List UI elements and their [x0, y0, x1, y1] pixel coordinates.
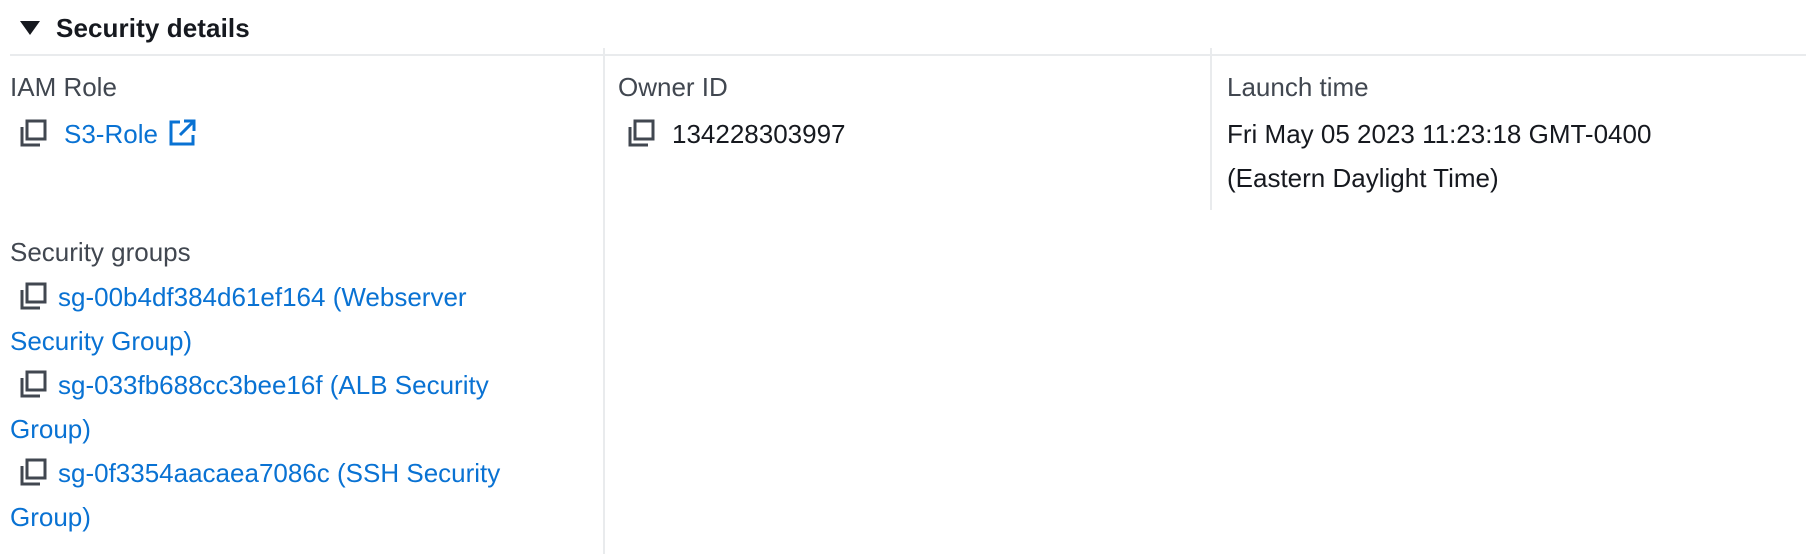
- launch-time-line2: (Eastern Daylight Time): [1227, 163, 1499, 193]
- list-item: sg-00b4df384d61ef164 (Webserver Security …: [10, 275, 570, 363]
- copy-icon[interactable]: [626, 117, 658, 149]
- security-group-link-line1: sg-033fb688cc3bee16f (ALB Security: [58, 370, 489, 400]
- security-group-link-line1: sg-00b4df384d61ef164 (Webserver: [58, 282, 467, 312]
- section-title: Security details: [56, 12, 250, 43]
- section-header[interactable]: Security details: [20, 8, 250, 48]
- security-group-link-line1: sg-0f3354aacaea7086c (SSH Security: [58, 458, 501, 488]
- column-divider-2: [1210, 48, 1212, 210]
- security-groups-field: Security groups sg-00b4df384d61ef164 (We…: [10, 235, 570, 539]
- copy-icon[interactable]: [18, 117, 50, 149]
- owner-id-value-row: 134228303997: [618, 112, 846, 156]
- list-item: sg-033fb688cc3bee16f (ALB Security Group): [10, 363, 570, 451]
- external-link-icon[interactable]: [166, 117, 198, 149]
- iam-role-link[interactable]: S3-Role: [64, 119, 158, 149]
- owner-id-field: Owner ID 134228303997: [618, 70, 846, 156]
- iam-role-value-row: S3-Role: [10, 112, 198, 156]
- iam-role-label: IAM Role: [10, 72, 117, 102]
- security-groups-label: Security groups: [10, 237, 191, 267]
- security-group-link[interactable]: sg-033fb688cc3bee16f (ALB Security Group): [10, 370, 489, 444]
- list-item: sg-0f3354aacaea7086c (SSH Security Group): [10, 451, 570, 539]
- caret-down-icon[interactable]: [20, 21, 40, 35]
- security-group-link[interactable]: sg-0f3354aacaea7086c (SSH Security Group): [10, 458, 500, 532]
- launch-time-line1: Fri May 05 2023 11:23:18 GMT-0400: [1227, 119, 1652, 149]
- security-group-link-line2: Group): [10, 502, 91, 532]
- security-group-link[interactable]: sg-00b4df384d61ef164 (Webserver Security …: [10, 282, 467, 356]
- copy-icon[interactable]: [18, 456, 50, 488]
- security-group-link-line2: Group): [10, 414, 91, 444]
- column-divider-1: [603, 48, 605, 554]
- owner-id-label: Owner ID: [618, 72, 728, 102]
- security-group-link-line2: Security Group): [10, 326, 193, 356]
- security-details-panel: Security details IAM Role S3-Role Owner …: [0, 0, 1816, 556]
- iam-role-field: IAM Role S3-Role: [10, 70, 198, 156]
- owner-id-value: 134228303997: [672, 119, 846, 149]
- security-groups-list: sg-00b4df384d61ef164 (Webserver Security …: [10, 275, 570, 539]
- launch-time-label: Launch time: [1227, 72, 1369, 102]
- copy-icon[interactable]: [18, 368, 50, 400]
- launch-time-field: Launch time Fri May 05 2023 11:23:18 GMT…: [1227, 70, 1651, 200]
- header-divider: [10, 54, 1806, 56]
- copy-icon[interactable]: [18, 280, 50, 312]
